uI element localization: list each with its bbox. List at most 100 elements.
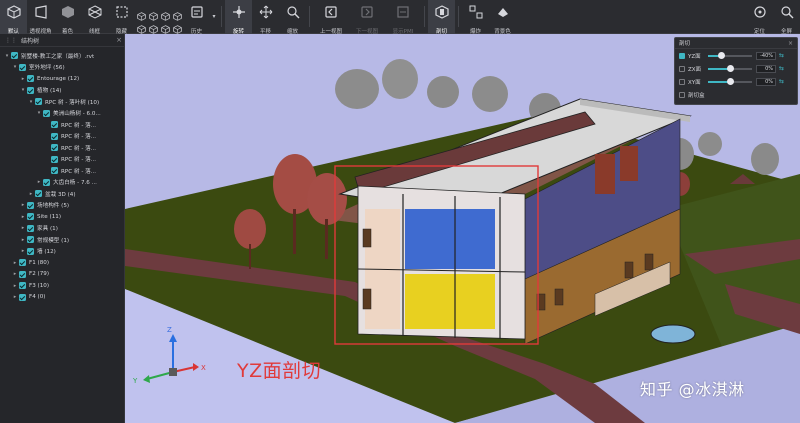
section-cut-button[interactable]: 剖切 — [428, 0, 455, 35]
chevron-right-icon[interactable]: ▸ — [12, 271, 18, 277]
chevron-right-icon[interactable]: ▸ — [12, 283, 18, 289]
slider-knob[interactable] — [726, 65, 734, 72]
tree-node[interactable]: ▸ 家具 (1) — [0, 223, 124, 235]
flip-direction-icon[interactable]: ⇆ — [779, 65, 787, 72]
explode-button[interactable]: 爆炸 — [462, 0, 489, 35]
tree-node[interactable]: ▾ RPC 树 - 落叶树 (10) — [0, 96, 124, 108]
rotate-button[interactable]: 旋转 — [225, 0, 252, 35]
visibility-checkbox[interactable] — [27, 201, 34, 209]
section-box-row[interactable]: 剖切盒 — [675, 88, 797, 101]
tree-node[interactable]: ▸ F4 (0) — [0, 292, 124, 304]
bg-color-button[interactable]: 背景色 — [489, 0, 516, 35]
tree-node[interactable]: ▸ 墙 (12) — [0, 246, 124, 258]
prev-view-button[interactable]: 上一视图 — [313, 0, 349, 35]
visibility-checkbox[interactable] — [51, 155, 58, 163]
tree-node[interactable]: ▸ 大齿白杨 - 7.6 ... — [0, 177, 124, 189]
chevron-right-icon[interactable]: ▸ — [20, 248, 26, 254]
tree-node[interactable]: ▸ F1 (80) — [0, 257, 124, 269]
tree-node[interactable]: RPC 树 - 落... — [0, 165, 124, 177]
tree-node[interactable]: ▸ 盆栽 3D (4) — [0, 188, 124, 200]
tree-node[interactable]: ▸ F2 (79) — [0, 269, 124, 281]
next-view-button[interactable]: 下一视图 — [349, 0, 385, 35]
section-plane-slider[interactable] — [708, 65, 752, 72]
home-cube-button[interactable]: 默认 — [0, 0, 27, 35]
locate-button[interactable]: 定位 — [746, 0, 773, 35]
chevron-down-icon[interactable]: ▾ — [20, 87, 26, 93]
chevron-down-icon[interactable]: ▾ — [36, 110, 42, 116]
tree-node[interactable]: ▾ 别墅楼-教工之家（最终）.rvt — [0, 50, 124, 62]
shading-button[interactable]: 着色 — [54, 0, 81, 35]
visibility-checkbox[interactable] — [51, 167, 58, 175]
chevron-right-icon[interactable]: ▸ — [12, 260, 18, 266]
visibility-checkbox[interactable] — [43, 109, 50, 117]
chevron-right-icon[interactable]: ▸ — [20, 214, 26, 220]
visibility-checkbox[interactable] — [19, 293, 26, 301]
visibility-checkbox[interactable] — [27, 75, 34, 83]
visibility-checkbox[interactable] — [51, 144, 58, 152]
tree-node[interactable]: ▾ 室外地坪 (56) — [0, 62, 124, 74]
fullscreen-button[interactable]: 全屏 — [773, 0, 800, 35]
chevron-right-icon[interactable]: ▸ — [20, 225, 26, 231]
chevron-right-icon[interactable]: ▸ — [20, 76, 26, 82]
close-icon[interactable]: × — [788, 40, 793, 47]
section-plane-checkbox[interactable] — [679, 65, 685, 72]
tree-node[interactable]: ▸ 场地构件 (5) — [0, 200, 124, 212]
chevron-down-icon[interactable]: ▾ — [210, 0, 218, 33]
visibility-checkbox[interactable] — [27, 86, 34, 94]
pmi-button[interactable]: 显示PMI — [385, 0, 421, 35]
tree-node[interactable]: ▾ 美洲山杨树 - 6.0... — [0, 108, 124, 120]
visibility-checkbox[interactable] — [35, 190, 42, 198]
flip-direction-icon[interactable]: ⇆ — [779, 52, 787, 59]
visibility-checkbox[interactable] — [51, 132, 58, 140]
hide-button[interactable]: 隐藏 — [108, 0, 135, 35]
visibility-checkbox[interactable] — [19, 282, 26, 290]
section-plane-slider[interactable] — [708, 78, 752, 85]
tree-node[interactable]: ▸ Site (11) — [0, 211, 124, 223]
visibility-checkbox[interactable] — [27, 213, 34, 221]
section-plane-value[interactable]: 0% — [756, 64, 776, 73]
visibility-checkbox[interactable] — [27, 236, 34, 244]
tree-node[interactable]: RPC 树 - 落... — [0, 142, 124, 154]
visibility-checkbox[interactable] — [27, 224, 34, 232]
visibility-checkbox[interactable] — [11, 52, 18, 60]
flip-direction-icon[interactable]: ⇆ — [779, 78, 787, 85]
visibility-checkbox[interactable] — [43, 178, 50, 186]
tree-node[interactable]: RPC 树 - 落... — [0, 119, 124, 131]
section-plane-checkbox[interactable] — [679, 78, 685, 85]
view-cube-mini-group-2[interactable] — [147, 0, 159, 34]
slider-knob[interactable] — [717, 52, 725, 59]
chevron-right-icon[interactable]: ▸ — [20, 202, 26, 208]
tree-node[interactable]: ▾ 植物 (14) — [0, 85, 124, 97]
visibility-checkbox[interactable] — [19, 270, 26, 278]
tree-node[interactable]: RPC 树 - 落... — [0, 131, 124, 143]
history-button[interactable]: 历史 — [183, 0, 210, 35]
tree-node[interactable]: ▸ 常规模型 (1) — [0, 234, 124, 246]
chevron-down-icon[interactable]: ▾ — [12, 64, 18, 70]
slider-knob[interactable] — [726, 78, 734, 85]
wireframe-button[interactable]: 线框 — [81, 0, 108, 35]
close-icon[interactable]: × — [114, 36, 124, 44]
visibility-checkbox[interactable] — [27, 247, 34, 255]
visibility-checkbox[interactable] — [19, 259, 26, 267]
chevron-right-icon[interactable]: ▸ — [36, 179, 42, 185]
chevron-right-icon[interactable]: ▸ — [28, 191, 34, 197]
section-plane-value[interactable]: 0% — [756, 77, 776, 86]
section-box-checkbox[interactable] — [679, 91, 685, 98]
visibility-checkbox[interactable] — [19, 63, 26, 71]
chevron-right-icon[interactable]: ▸ — [20, 237, 26, 243]
section-plane-slider[interactable] — [708, 52, 752, 59]
chevron-down-icon[interactable]: ▾ — [28, 99, 34, 105]
visibility-checkbox[interactable] — [35, 98, 42, 106]
perspective-button[interactable]: 透视视角 — [27, 0, 54, 35]
section-plane-value[interactable]: -40% — [756, 51, 776, 60]
visibility-checkbox[interactable] — [51, 121, 58, 129]
tree-node[interactable]: ▸ F3 (10) — [0, 280, 124, 292]
section-plane-checkbox[interactable] — [679, 52, 685, 59]
view-cube-mini-group-4[interactable] — [171, 0, 183, 34]
view-cube-mini-group[interactable] — [135, 0, 147, 34]
tree-node[interactable]: RPC 树 - 落... — [0, 154, 124, 166]
tree-node[interactable]: ▸ Entourage (12) — [0, 73, 124, 85]
chevron-right-icon[interactable]: ▸ — [12, 294, 18, 300]
chevron-down-icon[interactable]: ▾ — [4, 53, 10, 59]
zoom-button[interactable]: 缩放 — [279, 0, 306, 35]
